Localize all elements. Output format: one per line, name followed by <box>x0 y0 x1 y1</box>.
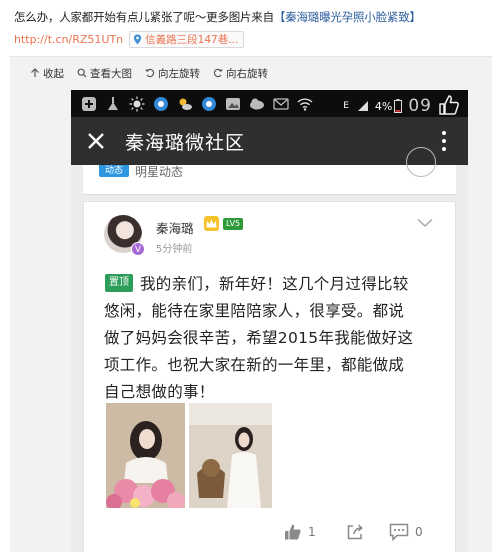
magnifier-icon <box>77 68 87 78</box>
share-button[interactable] <box>346 520 370 544</box>
collapse-icon <box>31 68 39 77</box>
short-link[interactable]: http://t.cn/RZ51UTn <box>14 33 123 46</box>
chevron-down-icon[interactable] <box>417 218 433 228</box>
crown-icon <box>204 216 219 231</box>
image-viewer: 收起 查看大图 向左旋转 向右旋转 E 4% 09 秦海璐微社区 动态 明星动态… <box>10 56 492 552</box>
comment-icon <box>389 523 409 541</box>
close-button[interactable] <box>71 117 121 165</box>
rotate-left-icon <box>145 68 155 78</box>
browser-icon-2 <box>201 96 217 112</box>
avatar-ring <box>406 147 436 177</box>
thumbs-up-icon <box>285 524 301 540</box>
topic-link[interactable]: 【秦海璐曝光孕照小脸紧致】 <box>274 10 421 24</box>
post-time: 5分钟前 <box>156 244 193 255</box>
sun-icon <box>129 96 145 112</box>
battery-label: 4% <box>374 99 393 113</box>
category-label: 明星动态 <box>135 165 184 179</box>
post-text: 怎么办，人家都开始有点儿紧张了呢～更多图片来自【秦海璐曝光孕照小脸紧致】 <box>14 9 421 25</box>
post-line-1: 我的亲们，新年好！这几个月过得比较 <box>140 275 409 293</box>
clean-icon <box>105 96 121 112</box>
post-photo-1[interactable] <box>106 403 185 508</box>
verified-badge: V <box>131 242 145 256</box>
post-card[interactable]: V 秦海璐 LV5 5分钟前 置顶 我的亲们，新年好！这几个月过得比较 悠闲，能… <box>83 201 456 552</box>
like-button[interactable]: 1 <box>284 520 316 544</box>
username[interactable]: 秦海璐 <box>156 218 194 237</box>
rotate-right-icon <box>213 68 223 78</box>
rotate-right-button[interactable]: 向右旋转 <box>213 66 268 81</box>
signal-icon <box>357 101 368 111</box>
close-icon <box>88 133 104 149</box>
post-line-4: 项工作。也祝大家在新的一年里，都能做成 <box>104 356 405 374</box>
status-bar: E 4% 09 <box>71 90 468 117</box>
wifi-icon <box>297 96 313 112</box>
rotate-left-label: 向左旋转 <box>158 67 200 80</box>
previous-post-card[interactable]: 动态 明星动态 <box>83 147 456 195</box>
add-icon <box>81 96 97 112</box>
rotate-right-label: 向右旋转 <box>226 67 268 80</box>
network-label: E <box>343 101 349 111</box>
status-right: E 4% 09 <box>343 96 432 116</box>
location-pin-icon <box>134 34 142 44</box>
link-row: http://t.cn/RZ51UTn 信義路三段147巷... <box>14 30 245 48</box>
browser-icon <box>153 96 169 112</box>
mail-icon <box>273 96 289 112</box>
viewer-toolbar: 收起 查看大图 向左旋转 向右旋转 <box>30 64 281 82</box>
level-badge: LV5 <box>223 218 244 230</box>
comment-button[interactable]: 0 <box>389 520 423 544</box>
post-line-5: 自己想做的事！ <box>104 383 215 401</box>
like-count: 1 <box>308 525 316 539</box>
battery-icon <box>394 99 403 113</box>
thumbs-up-overlay-icon[interactable] <box>438 94 460 116</box>
more-vertical-icon <box>442 131 446 135</box>
photo-icon <box>225 96 241 112</box>
more-options-button[interactable] <box>434 129 454 153</box>
status-time: 09 <box>408 96 432 116</box>
view-large-label: 查看大图 <box>90 67 132 80</box>
post-body: 怎么办，人家都开始有点儿紧张了呢～更多图片来自 <box>14 10 274 24</box>
share-icon <box>347 524 363 540</box>
post-line-3: 做了妈妈会很辛苦，希望2015年我能做好这 <box>104 329 414 347</box>
post-line-2: 悠闲，能待在家里陪陪家人，很享受。都说 <box>104 302 405 320</box>
collapse-button[interactable]: 收起 <box>30 66 64 81</box>
app-title: 秦海璐微社区 <box>125 131 246 154</box>
post-actions: 1 0 <box>84 520 455 544</box>
phone-screenshot[interactable]: E 4% 09 秦海璐微社区 动态 明星动态 V 秦海璐 LV5 5分钟前 置顶… <box>71 90 468 552</box>
location-tag[interactable]: 信義路三段147巷... <box>129 30 245 48</box>
category-badge: 动态 <box>99 165 129 177</box>
weather-icon <box>177 96 193 112</box>
pinned-badge: 置顶 <box>105 274 133 292</box>
post-photo-2[interactable] <box>189 403 272 508</box>
view-large-button[interactable]: 查看大图 <box>77 66 132 81</box>
cloud-icon <box>249 96 265 112</box>
collapse-label: 收起 <box>43 67 64 80</box>
rotate-left-button[interactable]: 向左旋转 <box>145 66 200 81</box>
location-label: 信義路三段147巷... <box>145 33 239 46</box>
comment-count: 0 <box>415 525 423 539</box>
